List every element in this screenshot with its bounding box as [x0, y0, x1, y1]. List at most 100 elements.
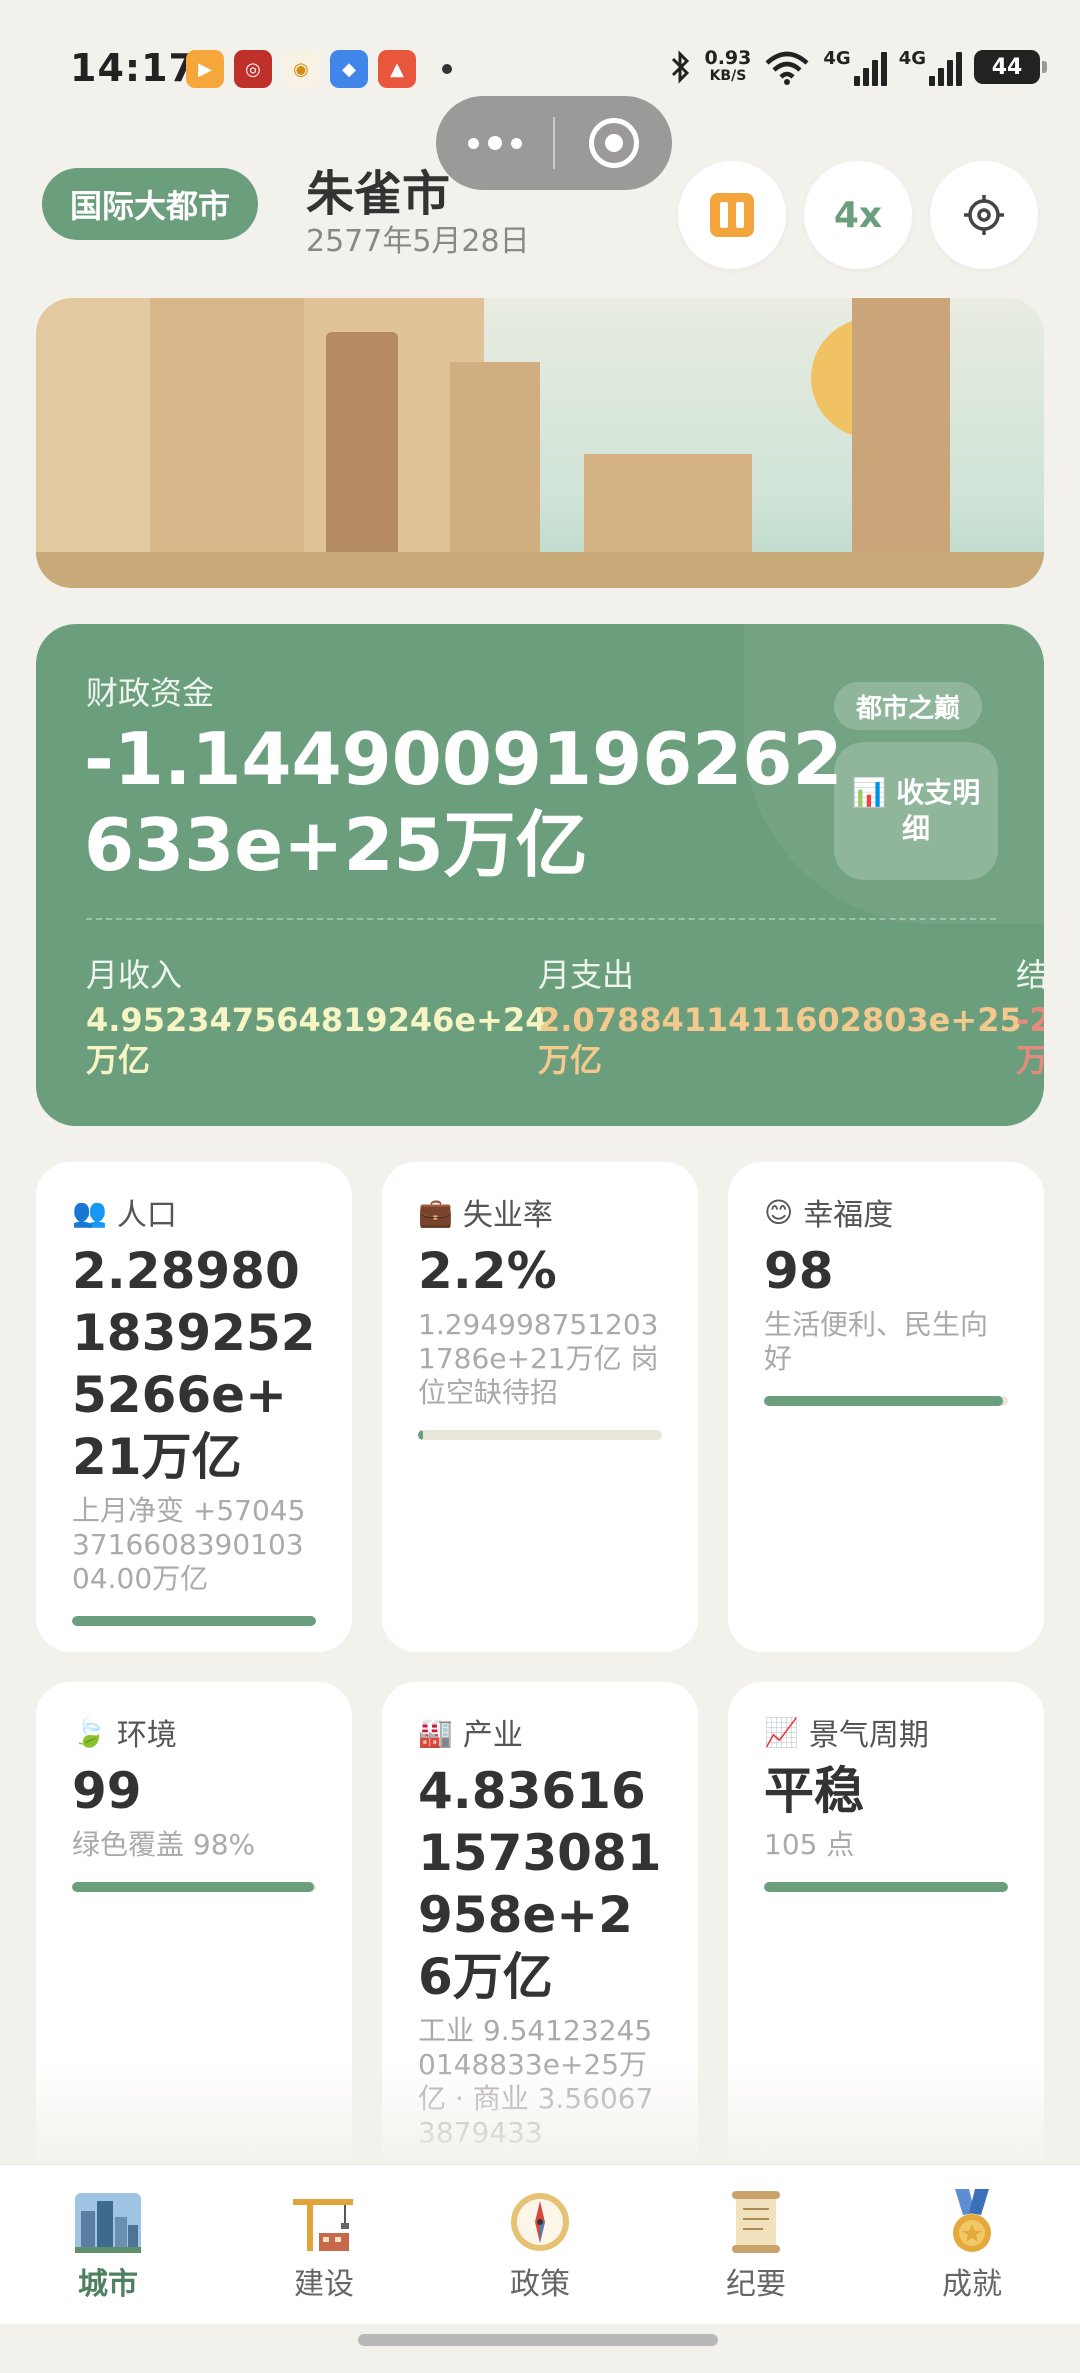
building-illustration: [584, 454, 752, 558]
net-speed: 0.93 KB/S: [704, 49, 751, 85]
building-illustration: [326, 332, 398, 558]
finance-detail-button[interactable]: 📊 收支明细: [834, 742, 998, 880]
signal-strength-2: 4G: [899, 48, 962, 86]
factory-icon: 🏭: [418, 1715, 453, 1749]
population-card[interactable]: 👥 人口 2.289801839252526​6e+21万亿 上月净变 +570…: [36, 1162, 352, 1652]
signal-strength-1: 4G: [823, 48, 887, 86]
monthly-balance: 结 -2 万: [1016, 950, 1044, 1080]
finance-detail-label: 收支明细: [896, 776, 981, 845]
pause-button[interactable]: [678, 161, 786, 269]
city-icon: [72, 2189, 144, 2255]
nav-label: 成就: [942, 2267, 1002, 2302]
green-coverage-text: 绿色覆盖 98%: [72, 1828, 256, 1861]
nav-item-achievements[interactable]: 成就: [864, 2165, 1080, 2324]
happiness-card[interactable]: 😊 幸福度 98 生活便利、民生向好: [728, 1162, 1044, 1652]
battery-indicator: 44: [974, 50, 1047, 84]
building-illustration: [450, 362, 540, 558]
card-header: 😊 幸福度: [764, 1190, 1008, 1234]
progress-fill: [72, 1616, 316, 1626]
settings-button[interactable]: [930, 161, 1038, 269]
nav-item-city[interactable]: 城市: [0, 2165, 216, 2324]
happiness-progress-bar: [764, 1396, 1008, 1406]
monthly-expense-unit: 万亿: [538, 1041, 603, 1079]
speed-label: 4x: [833, 194, 883, 236]
monthly-balance-unit: 万: [1016, 1041, 1044, 1079]
card-header: 👥 人口: [72, 1190, 316, 1234]
monthly-income: 月收入 4.952347564819246e+24 万亿: [86, 950, 547, 1080]
monthly-expense-label: 月支出: [538, 956, 635, 994]
people-icon: 👥: [72, 1195, 107, 1229]
crane-icon: [288, 2189, 360, 2255]
bank-app-icon: ◎: [234, 50, 272, 88]
progress-fill: [764, 1396, 1004, 1406]
nav-item-records[interactable]: 纪要: [648, 2165, 864, 2324]
monthly-expense: 月支出 2.0788411411602803e+25 万亿: [538, 950, 1022, 1080]
unemployment-value: 2.2%: [418, 1242, 557, 1300]
net-speed-unit: KB/S: [709, 68, 747, 84]
industry-value: 4.836161573081958e+26万亿: [418, 1762, 662, 2006]
briefcase-icon: 💼: [418, 1195, 453, 1229]
smile-icon: 😊: [764, 1195, 794, 1229]
unemployment-progress-bar: [418, 1430, 662, 1440]
trend-chart-icon: 📈: [764, 1715, 799, 1749]
city-level-badge: 国际大都市: [42, 168, 259, 240]
ride-app-icon: ◆: [330, 50, 368, 88]
card-title: 环境: [116, 1718, 177, 1753]
monthly-balance-value: -2: [1016, 1001, 1044, 1039]
finance-divider: [86, 918, 996, 920]
status-indicators: 0.93 KB/S 4G 4G 44: [670, 48, 1047, 86]
building-illustration: [852, 298, 950, 558]
environment-value: 99: [72, 1762, 142, 1820]
wifi-icon: [765, 51, 809, 85]
card-header: 🍃 环境: [72, 1710, 316, 1754]
unemployment-card[interactable]: 💼 失业率 2.2% 1.2949987512031786e+21万亿 岗位空缺…: [382, 1162, 698, 1652]
card-title: 人口: [116, 1198, 177, 1233]
chart-icon: 📊: [851, 776, 887, 809]
compass-icon: [504, 2189, 576, 2255]
population-progress-bar: [72, 1616, 316, 1626]
card-header: 📈 景气周期: [764, 1710, 1008, 1754]
progress-fill: [72, 1882, 314, 1892]
status-notification-icons: ▶ ◎ ◉ ◆ ▲: [186, 50, 452, 88]
card-title: 产业: [462, 1718, 523, 1753]
nav-item-policy[interactable]: 政策: [432, 2165, 648, 2324]
happiness-value: 98: [764, 1242, 834, 1300]
miniprogram-capsule: [436, 96, 672, 190]
video-app-icon: ▶: [186, 50, 224, 88]
card-title: 景气周期: [808, 1718, 929, 1753]
status-time: 14:17: [70, 46, 196, 90]
card-title: 失业率: [462, 1198, 553, 1233]
car-app-icon: ▲: [378, 50, 416, 88]
economic-cycle-progress-bar: [764, 1882, 1008, 1892]
nav-label: 纪要: [726, 2267, 786, 2302]
more-menu-icon[interactable]: [436, 96, 553, 190]
close-miniprogram-icon[interactable]: [555, 96, 672, 190]
bluetooth-icon: [672, 50, 690, 84]
speed-button[interactable]: 4x: [804, 161, 912, 269]
scroll-icon: [720, 2189, 792, 2255]
card-header: 💼 失业率: [418, 1190, 662, 1234]
progress-fill: [764, 1882, 1008, 1892]
finance-label: 财政资金: [86, 674, 215, 712]
pause-icon: [710, 193, 754, 237]
nav-label: 建设: [294, 2267, 354, 2302]
net-speed-value: 0.93: [704, 47, 752, 69]
population-change: 上月净变 +57045371660839010304.00万亿: [72, 1494, 306, 1595]
finance-detail-text: 📊 收支明细: [848, 775, 984, 847]
gold-coin-app-icon: ◉: [282, 50, 320, 88]
finance-value: -1.1449009196262633e+25万亿: [84, 717, 843, 887]
home-indicator[interactable]: [358, 2334, 718, 2346]
economic-cycle-points: 105 点: [764, 1828, 855, 1861]
nav-item-build[interactable]: 建设: [216, 2165, 432, 2324]
city-skyline-banner: [36, 298, 1044, 588]
medal-icon: [936, 2189, 1008, 2255]
bottom-nav: 城市 建设 政策 纪要 成就: [0, 2164, 1080, 2324]
monthly-income-label: 月收入: [86, 956, 183, 994]
environment-progress-bar: [72, 1882, 316, 1892]
economic-cycle-value: 平稳: [764, 1762, 864, 1820]
monthly-income-unit: 万亿: [86, 1041, 151, 1079]
more-notifications-dot: [442, 64, 452, 74]
nav-label: 城市: [78, 2267, 138, 2302]
monthly-expense-value: 2.0788411411602803e+25: [538, 1001, 1022, 1039]
job-vacancy-text: 1.2949987512031786e+21万亿 岗位空缺待招: [418, 1308, 659, 1409]
